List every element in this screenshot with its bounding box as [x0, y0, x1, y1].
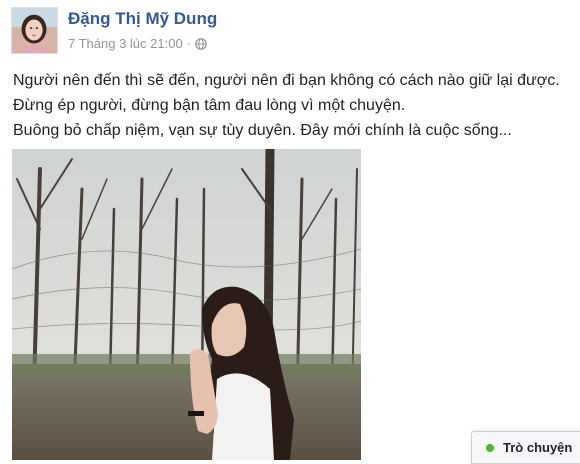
avatar-image	[12, 8, 57, 53]
post-text: Người nên đến thì sẽ đến, người nên đi b…	[13, 68, 578, 143]
meta-separator: ·	[186, 36, 192, 51]
post-text-line: Người nên đến thì sẽ đến, người nên đi b…	[13, 72, 560, 89]
post-photo[interactable]	[12, 149, 361, 460]
post-text-line: Đừng ép người, đừng bận tâm đau lòng vì …	[13, 97, 406, 114]
post-text-line: Buông bỏ chấp niệm, vạn sự tùy duyên. Đâ…	[13, 122, 512, 139]
author-name[interactable]: Đặng Thị Mỹ Dung	[68, 9, 217, 29]
online-status-icon	[486, 443, 494, 452]
post-timestamp[interactable]: 7 Tháng 3 lúc 21:00	[68, 36, 183, 51]
chat-tab-label: Trò chuyện	[503, 440, 573, 455]
post-meta: 7 Tháng 3 lúc 21:00 ·	[68, 36, 207, 51]
profile-avatar[interactable]	[11, 7, 58, 54]
globe-icon[interactable]	[195, 37, 207, 50]
chat-tab[interactable]: Trò chuyện	[471, 431, 580, 464]
